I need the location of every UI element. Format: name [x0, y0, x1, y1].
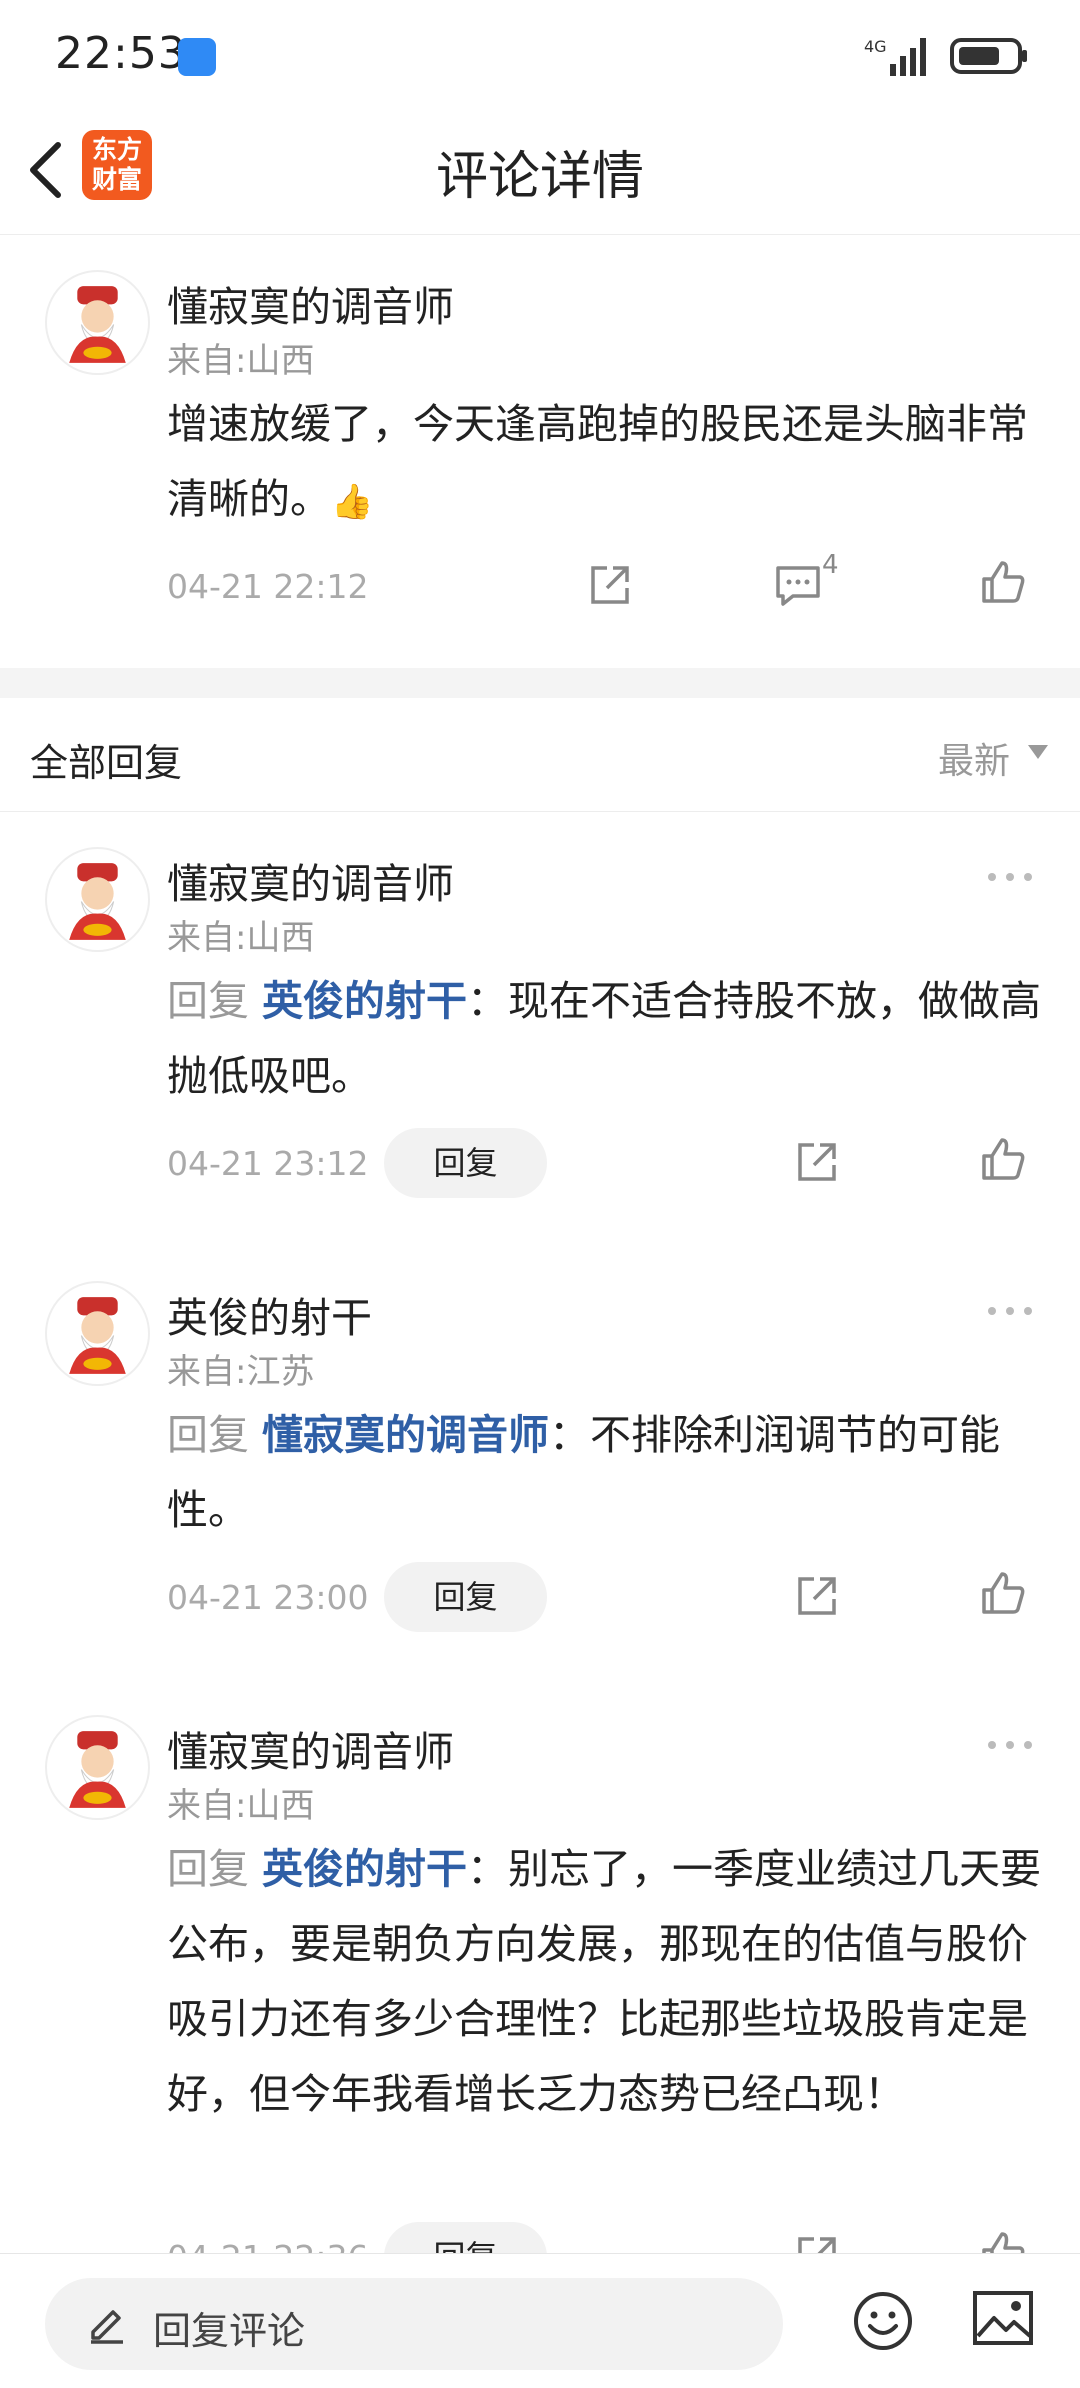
- caishen-avatar-icon: [49, 274, 146, 371]
- reply-comment-input[interactable]: 回复评论: [45, 2278, 783, 2370]
- location: 来自:江苏: [167, 1352, 315, 1392]
- reply-item: 懂寂寞的调音师 来自:山西 回复 英俊的射干：别忘了，一季度业绩过几天要公布，要…: [0, 1680, 1080, 2253]
- reply-item: 懂寂寞的调音师 来自:山西 回复 英俊的射干：现在不适合持股不放，做做高抛低吸吧…: [0, 812, 1080, 1242]
- reply-target-user[interactable]: 英俊的射干: [262, 977, 467, 1025]
- reply-placeholder: 回复评论: [153, 2309, 306, 2353]
- avatar[interactable]: [45, 270, 150, 375]
- more-options-icon[interactable]: [985, 1301, 1035, 1321]
- comment-text: 增速放缓了，今天逢高跑掉的股民还是头脑非常清晰的。👍: [167, 387, 1047, 540]
- avatar[interactable]: [45, 847, 150, 952]
- username[interactable]: 懂寂寞的调音师: [167, 1718, 454, 1778]
- reply-text: 回复 懂寂寞的调音师：不排除利润调节的可能性。: [167, 1398, 1047, 1548]
- signal-icon: 4G: [864, 37, 926, 76]
- reply-prefix: 回复: [167, 1411, 249, 1459]
- location: 来自:山西: [167, 1786, 315, 1826]
- replies-header: 全部回复 最新: [0, 700, 1080, 812]
- like-icon[interactable]: [978, 1568, 1028, 1618]
- all-replies-title: 全部回复: [30, 741, 183, 785]
- comment-time: 04-21 22:12: [167, 567, 369, 606]
- svg-text:4G: 4G: [864, 37, 887, 56]
- avatar[interactable]: [45, 1281, 150, 1386]
- reply-text: 回复 英俊的射干：别忘了，一季度业绩过几天要公布，要是朝负方向发展，那现在的估值…: [167, 1832, 1047, 2132]
- page-title: 评论详情: [435, 147, 644, 207]
- avatar[interactable]: [45, 1715, 150, 1820]
- reply-time: 04-21 22:36: [167, 2238, 368, 2253]
- reply-button[interactable]: 回复: [384, 1128, 547, 1198]
- share-icon[interactable]: [585, 560, 635, 610]
- battery-icon: [950, 38, 1027, 74]
- reply-time: 04-21 23:00: [167, 1578, 369, 1617]
- reply-text: 回复 英俊的射干：现在不适合持股不放，做做高抛低吸吧。: [167, 964, 1047, 1114]
- bottom-reply-bar: 回复评论: [0, 2253, 1080, 2388]
- section-divider: [0, 668, 1080, 698]
- nav-bar: 东方 财富 评论详情: [0, 110, 1080, 235]
- notification-app-icon: [178, 38, 216, 76]
- like-icon[interactable]: [978, 1134, 1028, 1184]
- caret-down-icon[interactable]: [1028, 745, 1048, 759]
- caishen-avatar-icon: [49, 1719, 146, 1816]
- like-icon[interactable]: [978, 557, 1028, 607]
- like-icon[interactable]: [978, 2228, 1028, 2253]
- emoji-icon[interactable]: [852, 2290, 914, 2352]
- location: 来自:山西: [167, 918, 315, 958]
- reply-prefix: 回复: [167, 1845, 249, 1893]
- caishen-avatar-icon: [49, 851, 146, 948]
- status-time: 22:53: [55, 28, 187, 79]
- comment-count: 4: [822, 550, 839, 580]
- status-bar: 22:53 4G: [0, 0, 1080, 110]
- image-picker-icon[interactable]: [972, 2290, 1034, 2346]
- sort-dropdown[interactable]: 最新: [938, 732, 1010, 784]
- username[interactable]: 英俊的射干: [167, 1284, 372, 1344]
- more-options-icon[interactable]: [985, 867, 1035, 887]
- reply-button[interactable]: 回复: [384, 2222, 547, 2253]
- reply-item: 英俊的射干 来自:江苏 回复 懂寂寞的调音师：不排除利润调节的可能性。 04-2…: [0, 1246, 1080, 1676]
- status-indicators: 4G: [864, 34, 1030, 78]
- reply-target-user[interactable]: 英俊的射干: [262, 1845, 467, 1893]
- share-icon[interactable]: [792, 2231, 842, 2253]
- reply-time: 04-21 23:12: [167, 1144, 369, 1183]
- comment-text-content: 增速放缓了，今天逢高跑掉的股民还是头脑非常清晰的。: [167, 400, 1028, 523]
- thumbs-up-emoji: 👍: [331, 482, 374, 522]
- username[interactable]: 懂寂寞的调音师: [167, 273, 454, 333]
- reply-button[interactable]: 回复: [384, 1562, 547, 1632]
- comment-icon[interactable]: [773, 560, 823, 610]
- main-comment: 懂寂寞的调音师 来自:山西 增速放缓了，今天逢高跑掉的股民还是头脑非常清晰的。👍…: [0, 235, 1080, 668]
- username[interactable]: 懂寂寞的调音师: [167, 850, 454, 910]
- reply-target-user[interactable]: 懂寂寞的调音师: [262, 1411, 549, 1459]
- more-options-icon[interactable]: [985, 1735, 1035, 1755]
- share-icon[interactable]: [792, 1137, 842, 1187]
- pencil-icon: [91, 2310, 123, 2344]
- location: 来自:山西: [167, 341, 315, 381]
- share-icon[interactable]: [792, 1571, 842, 1621]
- reply-prefix: 回复: [167, 977, 249, 1025]
- caishen-avatar-icon: [49, 1285, 146, 1382]
